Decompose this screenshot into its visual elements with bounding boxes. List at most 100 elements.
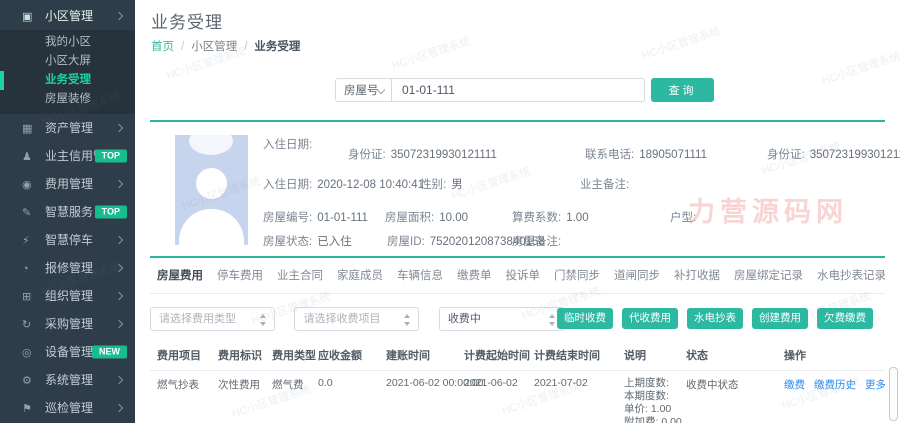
chevron-right-icon bbox=[115, 12, 123, 20]
submenu-item-house-renovation[interactable]: 房屋装修 bbox=[0, 90, 135, 109]
fee-item-select[interactable]: 请选择收费项目 bbox=[294, 307, 419, 331]
cell-fee-flag: 次性费用 bbox=[218, 371, 272, 423]
breadcrumb-current: 业务受理 bbox=[254, 41, 300, 53]
cell-end-time: 2021-07-02 bbox=[534, 371, 624, 423]
sidebar-item-repair-management[interactable]: ◔报修管理 bbox=[0, 254, 135, 282]
sidebar-item-fee-management[interactable]: ◉费用管理 bbox=[0, 170, 135, 198]
sidebar: ▣小区管理 我的小区 小区大屏 业务受理 房屋装修 ▦资产管理 ♟业主信用管理 … bbox=[0, 0, 135, 423]
breadcrumb-home-link[interactable]: 首页 bbox=[151, 41, 174, 53]
fee-item-placeholder: 请选择收费项目 bbox=[303, 313, 380, 325]
sidebar-item-device-management[interactable]: ◎设备管理 NEW bbox=[0, 338, 135, 366]
sidebar-item-label: 巡检管理 bbox=[45, 401, 93, 415]
col-create-time: 建账时间 bbox=[386, 342, 464, 371]
tab-house-binding-records[interactable]: 房屋绑定记录 bbox=[734, 267, 803, 283]
avatar bbox=[175, 135, 248, 245]
sidebar-item-owner-credit-management[interactable]: ♟业主信用管理 TOP bbox=[0, 142, 135, 170]
breadcrumb-separator: / bbox=[181, 41, 184, 53]
pay-history-link[interactable]: 缴费历史 bbox=[814, 379, 856, 391]
sidebar-item-label: 系统管理 bbox=[45, 373, 93, 387]
breadcrumb-community-link[interactable]: 小区管理 bbox=[191, 41, 237, 53]
sidebar-item-community-management[interactable]: ▣小区管理 bbox=[0, 2, 135, 30]
tab-utility-reading-records[interactable]: 水电抄表记录 bbox=[817, 267, 885, 283]
sidebar-item-purchase-management[interactable]: ↻采购管理 bbox=[0, 310, 135, 338]
tab-house-fee[interactable]: 房屋费用 bbox=[157, 267, 203, 283]
fee-tabs: 房屋费用 停车费用 业主合同 家庭成员 车辆信息 缴费单 投诉单 门禁同步 道闸… bbox=[150, 258, 885, 294]
tab-owner-contract[interactable]: 业主合同 bbox=[277, 267, 323, 283]
create-fee-button[interactable]: 创建费用 bbox=[752, 308, 808, 329]
select-arrows-icon bbox=[259, 313, 267, 327]
collect-fee-button[interactable]: 代收费用 bbox=[622, 308, 678, 329]
sidebar-item-system-management[interactable]: ⚙ 系统管理 bbox=[0, 366, 135, 394]
page-title: 业务受理 bbox=[151, 8, 223, 33]
col-status: 状态 bbox=[686, 342, 784, 371]
cell-create-time: 2021-06-02 00:00:00 bbox=[386, 371, 464, 423]
col-start-time: 计费起始时间 bbox=[464, 342, 534, 371]
temp-charge-button[interactable]: 临时收费 bbox=[557, 308, 613, 329]
sidebar-item-inspection-management[interactable]: ⚑ 巡检管理 bbox=[0, 394, 135, 422]
chevron-right-icon bbox=[115, 376, 123, 384]
info-fields: 入住日期: 身份证:35072319930121111 联系电话:1890507… bbox=[263, 124, 879, 258]
smart-service-icon: ✎ bbox=[22, 199, 37, 227]
col-end-time: 计费结束时间 bbox=[534, 342, 624, 371]
submenu-item-business-acceptance[interactable]: 业务受理 bbox=[0, 71, 135, 90]
cell-fee-project: 燃气抄表 bbox=[150, 371, 218, 423]
select-arrows-icon bbox=[403, 313, 411, 327]
sidebar-item-smart-service[interactable]: ✎智慧服务 TOP bbox=[0, 198, 135, 226]
organization-icon: ⊞ bbox=[22, 283, 37, 311]
chevron-right-icon bbox=[115, 264, 123, 272]
utility-reading-button[interactable]: 水电抄表 bbox=[687, 308, 743, 329]
main-content: 业务受理 首页/小区管理/业务受理 房屋号 查询 入住日期: 身份证:35072… bbox=[135, 0, 900, 423]
search-type-value: 房屋号 bbox=[344, 85, 379, 97]
fee-table: 费用项目 费用标识 费用类型 应收金额 建账时间 计费起始时间 计费结束时间 说… bbox=[150, 342, 885, 423]
parking-icon: ⚡ bbox=[22, 227, 37, 255]
chevron-right-icon bbox=[115, 180, 123, 188]
col-description: 说明 bbox=[624, 342, 686, 371]
submenu-item-my-community[interactable]: 我的小区 bbox=[0, 33, 135, 52]
select-arrows-icon bbox=[548, 313, 556, 327]
info-field-id-card: 身份证:35072319930121111 bbox=[348, 146, 497, 162]
fee-type-select[interactable]: 请选择费用类型 bbox=[150, 307, 275, 331]
sidebar-item-smart-parking[interactable]: ⚡智慧停车 bbox=[0, 226, 135, 254]
badge-new: NEW bbox=[92, 346, 127, 359]
tab-family-members[interactable]: 家庭成员 bbox=[337, 267, 383, 283]
tab-parking-fee[interactable]: 停车费用 bbox=[217, 267, 263, 283]
search-input[interactable] bbox=[392, 78, 645, 102]
table-header-row: 费用项目 费用标识 费用类型 应收金额 建账时间 计费起始时间 计费结束时间 说… bbox=[150, 342, 885, 371]
system-icon: ⚙ bbox=[22, 367, 37, 395]
submenu-item-label: 业务受理 bbox=[45, 74, 91, 86]
fee-icon: ◉ bbox=[22, 171, 37, 199]
submenu-item-community-screen[interactable]: 小区大屏 bbox=[0, 52, 135, 71]
badge-top: TOP bbox=[95, 150, 127, 163]
sidebar-item-label: 智慧服务 bbox=[45, 205, 93, 219]
sidebar-item-organization-management[interactable]: ⊞ 组织管理 bbox=[0, 282, 135, 310]
col-fee-flag: 费用标识 bbox=[218, 342, 272, 371]
pay-link[interactable]: 缴费 bbox=[784, 379, 805, 391]
tab-payment-order[interactable]: 缴费单 bbox=[457, 267, 492, 283]
chevron-right-icon bbox=[115, 124, 123, 132]
sidebar-item-label: 组织管理 bbox=[45, 289, 93, 303]
cell-operation: 缴费缴费历史更多操作 bbox=[784, 371, 885, 423]
more-actions-link[interactable]: 更多操作 bbox=[865, 379, 885, 391]
tab-complaint-order[interactable]: 投诉单 bbox=[506, 267, 541, 283]
fee-status-select[interactable]: 收费中 bbox=[439, 307, 564, 331]
search-type-select[interactable]: 房屋号 bbox=[335, 78, 392, 102]
tab-gate-sync[interactable]: 道闸同步 bbox=[614, 267, 660, 283]
info-field-move-in-date: 入住日期: bbox=[263, 136, 312, 152]
sidebar-item-label: 资产管理 bbox=[45, 121, 93, 135]
person-icon bbox=[179, 209, 244, 245]
fee-section: 房屋费用 停车费用 业主合同 家庭成员 车辆信息 缴费单 投诉单 门禁同步 道闸… bbox=[150, 256, 885, 423]
scrollbar-thumb[interactable] bbox=[889, 367, 898, 421]
cell-amount: 0.0 bbox=[318, 371, 386, 423]
cell-status: 收费中状态 bbox=[686, 371, 784, 423]
search-button[interactable]: 查询 bbox=[651, 78, 714, 102]
device-icon: ◎ bbox=[22, 339, 37, 367]
cell-fee-type: 燃气费 bbox=[272, 371, 318, 423]
tab-reprint-receipt[interactable]: 补打收据 bbox=[674, 267, 720, 283]
inspection-icon: ⚑ bbox=[22, 395, 37, 423]
arrears-payment-button[interactable]: 欠费缴费 bbox=[817, 308, 873, 329]
fee-status-value: 收费中 bbox=[448, 313, 481, 325]
tab-access-sync[interactable]: 门禁同步 bbox=[554, 267, 600, 283]
sidebar-item-assets-management[interactable]: ▦资产管理 bbox=[0, 114, 135, 142]
tab-vehicle-info[interactable]: 车辆信息 bbox=[397, 267, 443, 283]
info-field-room-state: 房屋状态:已入住 bbox=[263, 233, 352, 249]
